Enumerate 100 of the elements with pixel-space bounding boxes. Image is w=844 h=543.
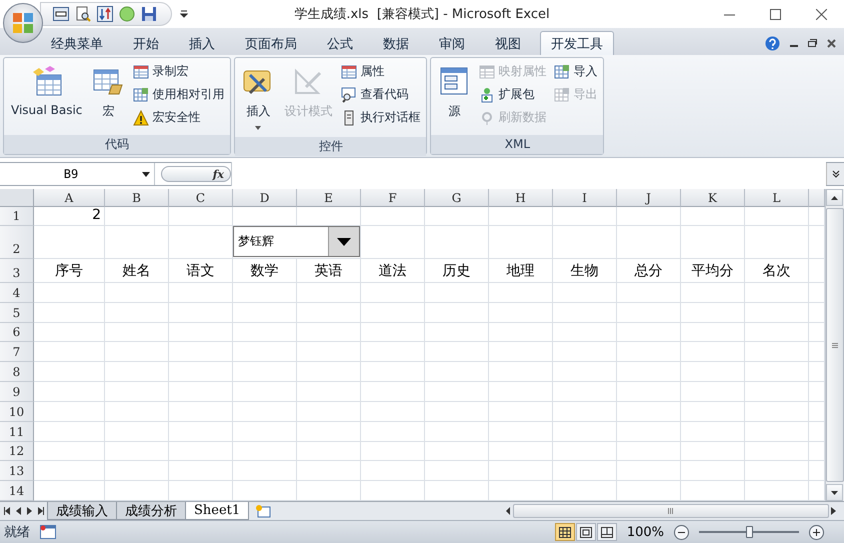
sheet-tab[interactable]: 成绩分析	[116, 502, 186, 520]
row-header[interactable]: 14	[0, 481, 34, 501]
table-cell[interactable]	[105, 461, 169, 482]
sheet-tab[interactable]: 成绩输入	[47, 502, 117, 520]
table-cell[interactable]	[489, 382, 553, 402]
help-icon[interactable]	[765, 36, 780, 50]
table-cell[interactable]	[553, 302, 617, 323]
table-cell[interactable]	[361, 422, 425, 442]
table-cell[interactable]	[745, 382, 809, 402]
table-cell[interactable]	[233, 422, 297, 442]
table-cell[interactable]	[361, 283, 425, 303]
table-cell[interactable]	[105, 402, 169, 422]
table-cell[interactable]	[425, 302, 489, 323]
table-cell[interactable]	[105, 283, 169, 303]
table-cell[interactable]	[105, 422, 169, 442]
column-header[interactable]: G	[425, 189, 489, 207]
ribbon-button[interactable]: 执行对话框	[339, 107, 422, 128]
table-cell[interactable]	[105, 382, 169, 402]
table-cell[interactable]	[489, 402, 553, 422]
table-cell[interactable]	[361, 207, 425, 226]
table-cell[interactable]	[297, 362, 361, 382]
table-cell[interactable]	[233, 362, 297, 382]
table-cell[interactable]	[361, 461, 425, 482]
table-cell[interactable]	[489, 322, 553, 342]
column-header[interactable]: L	[745, 189, 809, 207]
table-cell[interactable]	[233, 402, 297, 422]
macro-record-icon[interactable]	[40, 525, 56, 539]
table-cell[interactable]	[361, 362, 425, 382]
table-cell[interactable]	[681, 342, 745, 362]
ribbon-tab[interactable]: 插入	[178, 31, 226, 55]
table-cell[interactable]	[105, 442, 169, 462]
table-cell[interactable]	[105, 302, 169, 323]
last-sheet-icon[interactable]	[37, 507, 44, 515]
table-cell[interactable]	[169, 283, 233, 303]
row-header[interactable]: 5	[0, 302, 34, 323]
table-cell[interactable]	[489, 442, 553, 462]
table-cell[interactable]	[489, 302, 553, 323]
table-cell[interactable]: 名次	[745, 259, 809, 283]
table-cell[interactable]	[745, 283, 809, 303]
table-cell[interactable]	[553, 422, 617, 442]
previous-sheet-icon[interactable]	[15, 507, 22, 515]
ribbon-button[interactable]: 宏安全性	[131, 107, 226, 128]
table-cell[interactable]	[169, 302, 233, 323]
ribbon-tab[interactable]: 公式	[316, 31, 364, 55]
row-header[interactable]: 1	[0, 207, 34, 226]
table-cell[interactable]	[169, 207, 233, 226]
table-cell[interactable]	[745, 461, 809, 482]
table-cell[interactable]	[425, 382, 489, 402]
row-header[interactable]: 7	[0, 342, 34, 362]
table-cell[interactable]	[617, 322, 681, 342]
table-cell[interactable]	[489, 461, 553, 482]
table-cell[interactable]	[169, 442, 233, 462]
row-header[interactable]: 6	[0, 322, 34, 342]
table-cell[interactable]	[233, 461, 297, 482]
ribbon-button[interactable]: 导入	[552, 61, 600, 82]
table-cell[interactable]	[617, 302, 681, 323]
table-cell[interactable]	[553, 322, 617, 342]
table-cell[interactable]	[425, 422, 489, 442]
table-cell[interactable]: 地理	[489, 259, 553, 283]
table-cell[interactable]	[34, 302, 105, 323]
vertical-scrollbar[interactable]	[825, 189, 844, 501]
table-cell[interactable]: 数学	[233, 259, 297, 283]
page-layout-button[interactable]	[576, 523, 596, 541]
column-header[interactable]: F	[361, 189, 425, 207]
table-cell[interactable]	[34, 382, 105, 402]
ribbon-tab[interactable]: 视图	[484, 31, 532, 55]
ribbon-tab[interactable]: 审阅	[428, 31, 476, 55]
zoom-out-button[interactable]	[674, 524, 689, 540]
restore-icon[interactable]	[808, 39, 817, 47]
table-cell[interactable]	[489, 362, 553, 382]
right-arrow-icon[interactable]	[831, 507, 836, 515]
column-header[interactable]: C	[169, 189, 233, 207]
column-header[interactable]: J	[617, 189, 681, 207]
row-header[interactable]: 2	[0, 226, 34, 259]
ribbon-button[interactable]: 宏	[89, 61, 128, 132]
table-cell[interactable]	[617, 207, 681, 226]
table-cell[interactable]	[297, 422, 361, 442]
table-cell[interactable]	[169, 342, 233, 362]
dropdown-button[interactable]	[328, 227, 359, 256]
table-cell[interactable]	[425, 461, 489, 482]
table-cell[interactable]	[681, 461, 745, 482]
row-header[interactable]: 8	[0, 362, 34, 382]
table-cell[interactable]	[34, 442, 105, 462]
page-break-button[interactable]	[596, 523, 617, 541]
table-cell[interactable]	[297, 322, 361, 342]
table-cell[interactable]: 道法	[361, 259, 425, 283]
table-cell[interactable]	[297, 442, 361, 462]
table-cell[interactable]	[34, 422, 105, 442]
table-cell[interactable]	[105, 362, 169, 382]
table-cell[interactable]	[425, 283, 489, 303]
ribbon-button[interactable]: Visual Basic	[8, 61, 86, 132]
table-cell[interactable]	[169, 402, 233, 422]
zoom-in-button[interactable]	[809, 524, 824, 540]
table-cell[interactable]	[681, 362, 745, 382]
table-cell[interactable]	[297, 302, 361, 323]
row-header[interactable]: 13	[0, 461, 34, 482]
sheet-tab[interactable]: Sheet1	[185, 502, 250, 520]
table-cell[interactable]	[681, 422, 745, 442]
table-cell[interactable]	[105, 226, 169, 259]
table-cell[interactable]	[681, 283, 745, 303]
